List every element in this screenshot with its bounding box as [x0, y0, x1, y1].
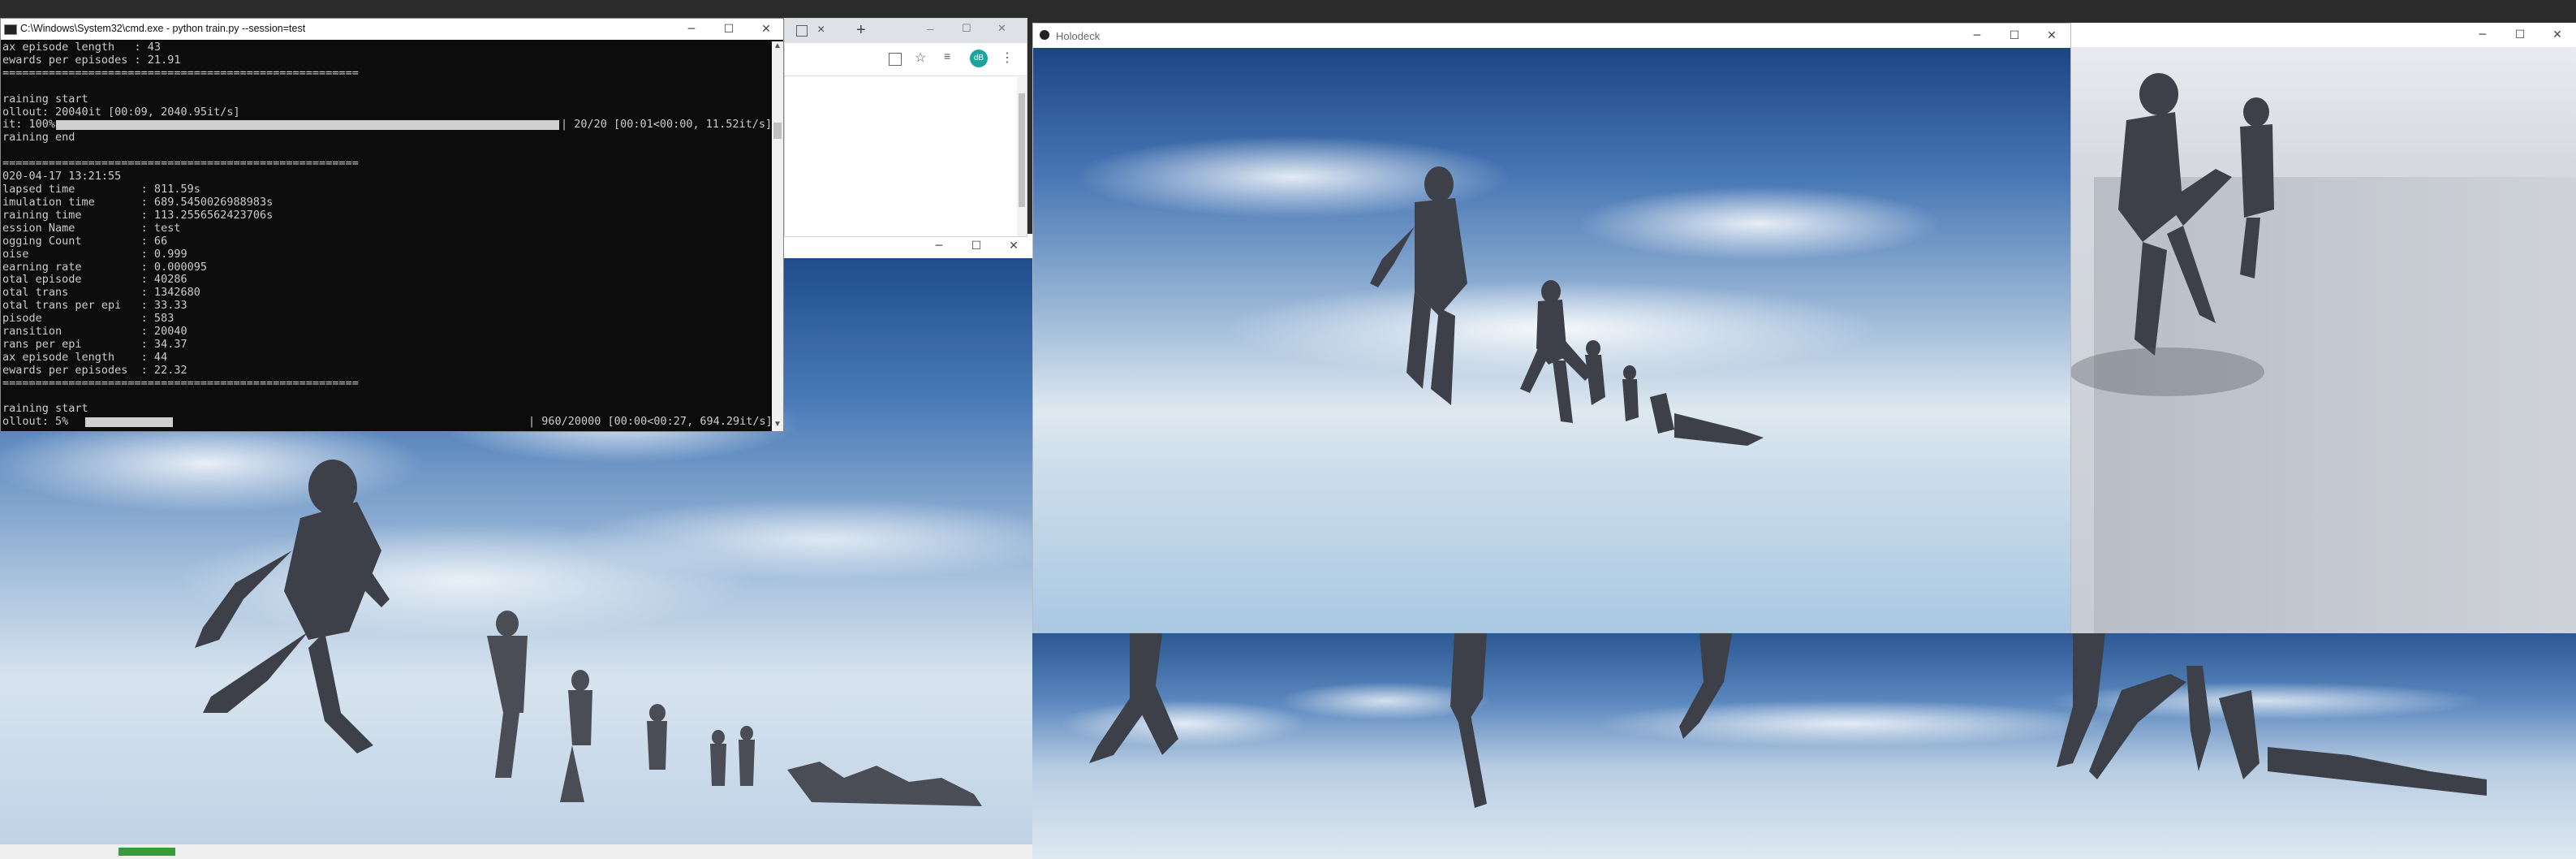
sim-viewport-right — [2045, 47, 2576, 633]
progress-bar-fill — [56, 120, 559, 131]
progress-line: it: 100% | 20/20 [00:01<00:00, 11.52it/s… — [1, 119, 772, 132]
browser-window[interactable]: × + ─ ☐ ✕ ☆ ≡ dB ⋮ — [784, 18, 1027, 237]
maximize-button[interactable]: ☐ — [1996, 24, 2033, 48]
holodeck-titlebar[interactable]: Holodeck ─ ☐ ✕ — [1033, 24, 2070, 48]
taskbar-strip — [0, 844, 1032, 859]
close-button[interactable]: ✕ — [2539, 23, 2576, 47]
close-button[interactable]: ✕ — [2033, 24, 2070, 48]
maximize-button[interactable]: ☐ — [710, 19, 747, 40]
humanoid-figure — [195, 460, 390, 753]
scroll-thumb[interactable] — [1019, 93, 1025, 207]
status-badge — [118, 848, 175, 856]
restore-button[interactable]: ☐ — [962, 22, 971, 35]
console-output-bottom: raining end ============================… — [2, 131, 359, 416]
sim-window-right[interactable]: ─ ☐ ✕ — [2045, 23, 2576, 633]
progress-stats: | 20/20 [00:01<00:00, 11.52it/s] — [561, 118, 772, 132]
minimize-button[interactable]: ─ — [927, 24, 934, 35]
minimize-button[interactable]: ─ — [920, 234, 958, 258]
sim-window-bottom-middle[interactable] — [1032, 633, 1537, 859]
rollout-line: ollout: 5% | 960/20000 [00:00<00:27, 694… — [1, 415, 772, 429]
new-tab-button[interactable]: + — [856, 21, 866, 40]
translate-icon[interactable] — [889, 53, 902, 66]
cmd-titlebar[interactable]: C:\Windows\System32\cmd.exe - python tra… — [1, 19, 783, 40]
scroll-down-arrow[interactable]: ▼ — [773, 420, 782, 429]
star-icon[interactable]: ☆ — [915, 50, 926, 66]
queue-icon[interactable]: ≡ — [944, 50, 950, 63]
rollout-bar-fill — [85, 417, 173, 428]
cmd-window[interactable]: C:\Windows\System32\cmd.exe - python tra… — [0, 18, 784, 432]
humanoid-sequence-right — [2070, 73, 2274, 396]
progress-bar — [56, 120, 559, 131]
window-title: C:\Windows\System32\cmd.exe - python tra… — [20, 23, 306, 34]
holodeck-window[interactable]: Holodeck ─ ☐ ✕ — [1032, 23, 2071, 633]
close-button[interactable]: ✕ — [747, 19, 783, 40]
cmd-scrollbar[interactable]: ▲ ▼ — [772, 41, 783, 431]
minimize-button[interactable]: ─ — [1958, 24, 1996, 48]
humanoid-sequence-bottom-right — [1679, 633, 2487, 796]
browser-toolbar: ☆ ≡ dB ⋮ — [785, 43, 1027, 76]
window-title: Holodeck — [1056, 30, 1101, 42]
rollout-stats: | 960/20000 [00:00<00:27, 694.29it/s] — [528, 415, 772, 429]
tab-close-button[interactable]: × — [817, 23, 825, 37]
browser-scrollbar[interactable] — [1017, 77, 1027, 236]
scroll-up-arrow[interactable]: ▲ — [773, 41, 782, 50]
browser-tabstrip: × + ─ ☐ ✕ — [785, 19, 1027, 43]
holodeck-viewport — [1033, 48, 2070, 632]
humanoid-sequence-bottom-middle — [1089, 633, 1487, 808]
rollout-label: ollout: 5% — [2, 415, 69, 429]
close-button[interactable]: ✕ — [997, 22, 1006, 35]
minimize-button[interactable]: ─ — [673, 19, 710, 40]
maximize-button[interactable]: ☐ — [958, 234, 995, 258]
avatar[interactable]: dB — [970, 50, 988, 67]
minimize-button[interactable]: ─ — [2464, 23, 2501, 47]
rollout-bar — [85, 417, 523, 428]
sim-window-bottom-right[interactable] — [1537, 633, 2576, 859]
tab-page-icon — [796, 25, 808, 37]
menu-icon[interactable]: ⋮ — [1001, 50, 1014, 66]
cmd-console[interactable]: ax episode length : 43 ewards per episod… — [1, 41, 772, 431]
cmd-app-icon — [4, 24, 17, 35]
close-button[interactable]: ✕ — [995, 234, 1032, 258]
humanoid-sequence-main — [1370, 166, 1764, 446]
console-output-top: ax episode length : 43 ewards per episod… — [2, 41, 359, 119]
progress-label: it: 100% — [2, 118, 56, 132]
holodeck-app-icon — [1040, 30, 1049, 40]
sim-window-right-titlebar[interactable]: ─ ☐ ✕ — [2045, 23, 2576, 47]
scroll-thumb[interactable] — [773, 123, 782, 139]
maximize-button[interactable]: ☐ — [2501, 23, 2539, 47]
